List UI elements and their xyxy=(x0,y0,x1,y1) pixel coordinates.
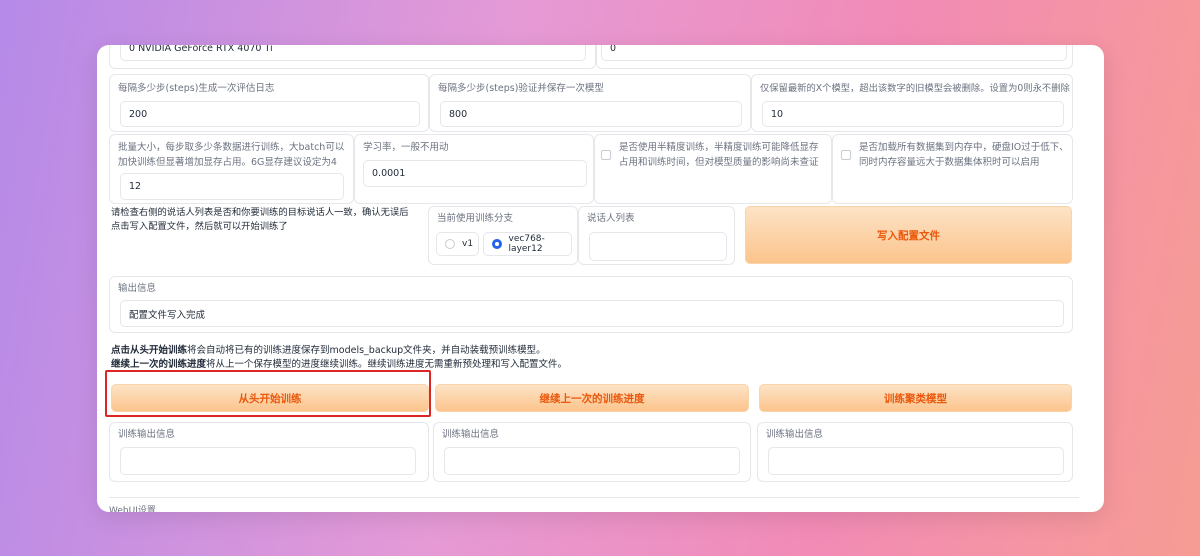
learning-rate-box: 学习率，一般不用动 0.0001 xyxy=(354,134,594,204)
batch-size-input[interactable]: 12 xyxy=(120,173,344,200)
output-value: 配置文件写入完成 xyxy=(129,309,206,321)
eval-steps-input[interactable]: 200 xyxy=(120,101,420,127)
batch-size-box: 批量大小，每步取多少条数据进行训练，大batch可以加快训练但显著增加显存占用。… xyxy=(109,134,354,204)
webui-settings-tab[interactable]: WebUI设置 xyxy=(109,504,156,512)
train-cluster-button[interactable]: 训练聚类模型 xyxy=(759,384,1072,412)
save-steps-box: 每隔多少步(steps)验证并保存一次模型 800 xyxy=(429,74,751,132)
half-precision-checkbox[interactable] xyxy=(601,150,611,160)
branch-option-v1-label: v1 xyxy=(462,239,474,249)
write-config-button[interactable]: 写入配置文件 xyxy=(745,206,1072,264)
note-line-1: 点击从头开始训练将会自动将已有的训练进度保存到models_backup文件夹，… xyxy=(111,344,546,358)
load-all-checkbox[interactable] xyxy=(841,150,851,160)
keep-models-input[interactable]: 10 xyxy=(762,101,1064,127)
load-all-box: 是否加载所有数据集到内存中，硬盘IO过于低下、同时内存容量远大于数据集体积时可以… xyxy=(832,134,1073,204)
speakers-field[interactable] xyxy=(589,232,727,261)
eval-steps-label: 每隔多少步(steps)生成一次评估日志 xyxy=(118,83,275,94)
branch-option-vec768[interactable]: vec768-layer12 xyxy=(483,232,572,256)
start-button-highlight xyxy=(105,370,431,417)
batch-size-label: 批量大小，每步取多少条数据进行训练，大batch可以加快训练但显著增加显存占用。… xyxy=(118,142,345,168)
train-output-box-3: 训练输出信息 xyxy=(757,422,1073,482)
note-line-1-bold: 点击从头开始训练 xyxy=(111,345,188,356)
learning-rate-input[interactable]: 0.0001 xyxy=(363,160,587,187)
half-precision-box: 是否使用半精度训练，半精度训练可能降低显存占用和训练时间，但对模型质量的影响尚未… xyxy=(594,134,832,204)
half-precision-label: 是否使用半精度训练，半精度训练可能降低显存占用和训练时间，但对模型质量的影响尚未… xyxy=(619,142,819,168)
speakers-label: 说话人列表 xyxy=(587,213,635,224)
branch-box: 当前使用训练分支 v1 vec768-layer12 xyxy=(428,206,578,265)
learning-rate-label: 学习率，一般不用动 xyxy=(363,142,449,153)
webui-window: 0 NVIDIA GeForce RTX 4070 Ti 0 每隔多少步(ste… xyxy=(97,45,1104,512)
gpu-select-field[interactable]: 0 NVIDIA GeForce RTX 4070 Ti xyxy=(120,45,586,61)
train-output-label-1: 训练输出信息 xyxy=(118,429,176,440)
output-field: 配置文件写入完成 xyxy=(120,300,1064,327)
eval-steps-box: 每隔多少步(steps)生成一次评估日志 200 xyxy=(109,74,429,132)
output-box: 输出信息 配置文件写入完成 xyxy=(109,276,1073,333)
keep-models-label: 仅保留最新的X个模型，超出该数字的旧模型会被删除。设置为0则永不删除 xyxy=(760,83,1070,94)
branch-option-v1[interactable]: v1 xyxy=(436,232,479,256)
radio-vec768-icon xyxy=(492,239,502,249)
train-output-label-2: 训练输出信息 xyxy=(442,429,500,440)
learning-rate-value: 0.0001 xyxy=(372,168,406,179)
config-hint: 请检查右侧的说话人列表是否和你要训练的目标说话人一致，确认无误后点击写入配置文件… xyxy=(111,207,409,232)
note-line-2-rest: 将从上一个保存模型的进度继续训练。继续训练进度无需重新预处理和写入配置文件。 xyxy=(206,359,568,370)
save-steps-value: 800 xyxy=(449,108,468,120)
batch-size-value: 12 xyxy=(129,181,142,192)
note-line-1-rest: 将会自动将已有的训练进度保存到models_backup文件夹，并自动装载预训练… xyxy=(187,345,546,356)
save-steps-label: 每隔多少步(steps)验证并保存一次模型 xyxy=(438,83,604,94)
gpu-select-value: 0 NVIDIA GeForce RTX 4070 Ti xyxy=(129,45,273,54)
note-line-2-bold: 继续上一次的训练进度 xyxy=(111,359,207,370)
branch-label: 当前使用训练分支 xyxy=(437,213,514,224)
output-label: 输出信息 xyxy=(118,283,157,294)
branch-option-vec768-label: vec768-layer12 xyxy=(508,234,545,254)
train-output-field-2 xyxy=(444,447,740,475)
top-right-field[interactable]: 0 xyxy=(601,45,1067,61)
train-output-field-3 xyxy=(768,447,1064,475)
keep-models-box: 仅保留最新的X个模型，超出该数字的旧模型会被删除。设置为0则永不删除 10 xyxy=(751,74,1073,132)
top-right-box: 0 xyxy=(596,45,1073,69)
save-steps-input[interactable]: 800 xyxy=(440,101,742,127)
train-output-box-2: 训练输出信息 xyxy=(433,422,751,482)
keep-models-value: 10 xyxy=(771,108,784,120)
gpu-select-box: 0 NVIDIA GeForce RTX 4070 Ti xyxy=(109,45,596,69)
continue-training-button[interactable]: 继续上一次的训练进度 xyxy=(435,384,749,412)
footer-divider xyxy=(109,497,1079,498)
train-output-field-1 xyxy=(120,447,416,475)
radio-v1-icon xyxy=(445,239,455,249)
train-output-box-1: 训练输出信息 xyxy=(109,422,429,482)
top-right-value: 0 xyxy=(610,45,617,54)
eval-steps-value: 200 xyxy=(129,108,148,120)
speakers-box: 说话人列表 xyxy=(578,206,735,265)
train-output-label-3: 训练输出信息 xyxy=(766,429,824,440)
load-all-label: 是否加载所有数据集到内存中，硬盘IO过于低下、同时内存容量远大于数据集体积时可以… xyxy=(859,142,1069,168)
